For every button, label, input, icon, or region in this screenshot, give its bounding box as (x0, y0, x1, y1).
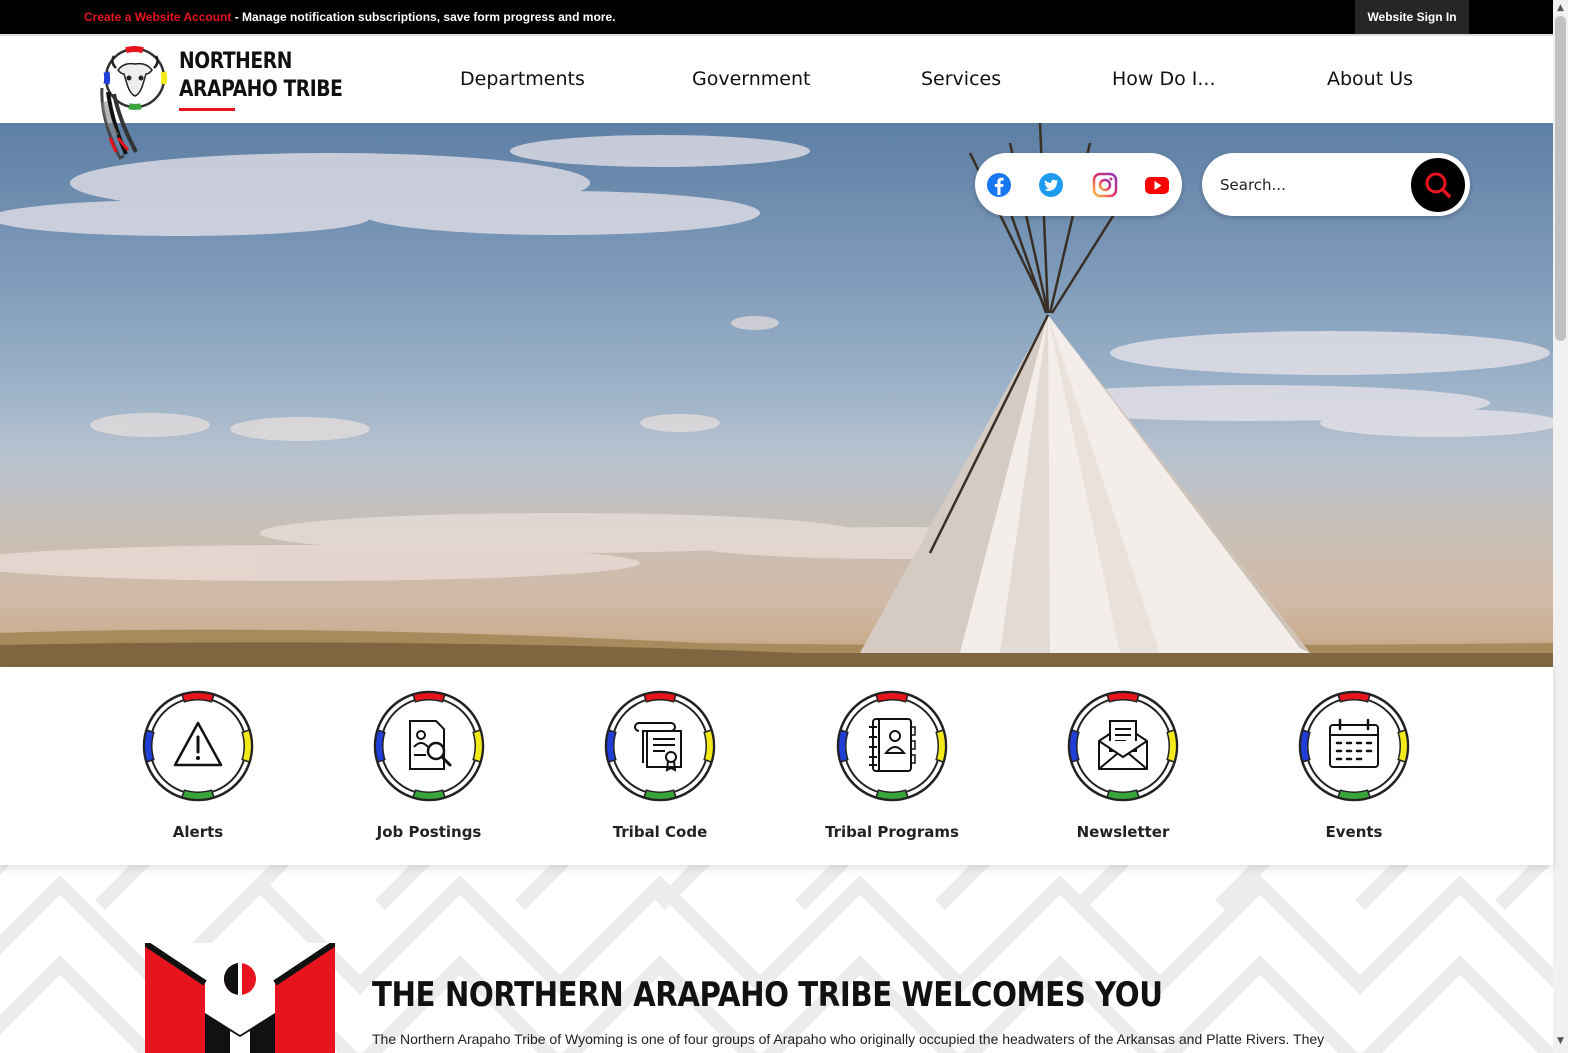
nav-departments[interactable]: Departments (460, 68, 585, 90)
quick-link-label: Events (1325, 823, 1383, 841)
nav-about-us[interactable]: About Us (1327, 68, 1413, 90)
window-edge (1568, 0, 1584, 1053)
quick-link-label: Tribal Code (612, 823, 708, 841)
scroll-down-arrow-icon[interactable]: ▼ (1553, 1033, 1568, 1049)
page-scrollbar[interactable]: ▲ ▼ (1553, 0, 1568, 1053)
top-notification-bar: Create a Website Account - Manage notifi… (0, 0, 1553, 34)
search-input[interactable] (1220, 171, 1400, 199)
nav-services[interactable]: Services (921, 68, 1001, 90)
social-links-bar (975, 153, 1182, 216)
welcome-section: THE NORTHERN ARAPAHO TRIBE WELCOMES YOU … (0, 865, 1553, 1053)
job-search-icon (373, 690, 485, 802)
mail-letter-icon (1067, 690, 1179, 802)
quick-link-label: Job Postings (376, 823, 482, 841)
search-icon (1425, 172, 1451, 198)
tribe-seal-logo (145, 943, 335, 1053)
scroll-certificate-icon (604, 690, 716, 802)
alert-icon (142, 690, 254, 802)
page: Create a Website Account - Manage notifi… (0, 0, 1584, 1053)
nav-government[interactable]: Government (692, 68, 811, 90)
welcome-paragraph: The Northern Arapaho Tribe of Wyoming is… (372, 1031, 1325, 1047)
quick-link-tribal-code[interactable]: Tribal Code (570, 689, 750, 841)
youtube-icon[interactable] (1143, 171, 1171, 199)
quick-link-events[interactable]: Events (1264, 689, 1444, 841)
quick-link-alerts[interactable]: Alerts (108, 689, 288, 841)
quick-link-label: Alerts (172, 823, 224, 841)
twitter-icon[interactable] (1037, 171, 1065, 199)
welcome-heading: THE NORTHERN ARAPAHO TRIBE WELCOMES YOU (372, 975, 1163, 1015)
website-sign-in-button[interactable]: Website Sign In (1355, 0, 1469, 34)
tribe-logo-emblem-icon[interactable] (88, 42, 180, 164)
quick-link-newsletter[interactable]: Newsletter (1033, 689, 1213, 841)
hero-banner (0, 123, 1553, 667)
quick-link-label: Tribal Programs (825, 823, 959, 841)
quick-links: Alerts Job Postings Tribal Code Tribal P… (0, 667, 1553, 865)
facebook-icon[interactable] (985, 171, 1013, 199)
search-bar (1202, 153, 1470, 216)
topbar-message: Create a Website Account - Manage notifi… (84, 10, 615, 24)
create-account-link[interactable]: Create a Website Account (84, 10, 231, 24)
calendar-icon (1298, 690, 1410, 802)
quick-link-label: Newsletter (1076, 823, 1170, 841)
quick-link-tribal-programs[interactable]: Tribal Programs (802, 689, 982, 841)
site-logo-text[interactable]: NORTHERN ARAPAHO TRIBE (179, 48, 343, 104)
site-header: NORTHERN ARAPAHO TRIBE Departments Gover… (0, 34, 1553, 161)
nav-how-do-i[interactable]: How Do I... (1112, 68, 1216, 90)
logo-line-1: NORTHERN (179, 49, 292, 74)
logo-underline (179, 108, 235, 111)
scrollbar-thumb[interactable] (1555, 16, 1566, 341)
address-book-icon (836, 690, 948, 802)
scroll-up-arrow-icon[interactable]: ▲ (1553, 0, 1568, 16)
quick-link-job-postings[interactable]: Job Postings (339, 689, 519, 841)
topbar-message-text: - Manage notification subscriptions, sav… (231, 10, 616, 24)
search-button[interactable] (1411, 158, 1465, 212)
logo-line-2: ARAPAHO TRIBE (179, 77, 343, 102)
instagram-icon[interactable] (1091, 171, 1119, 199)
